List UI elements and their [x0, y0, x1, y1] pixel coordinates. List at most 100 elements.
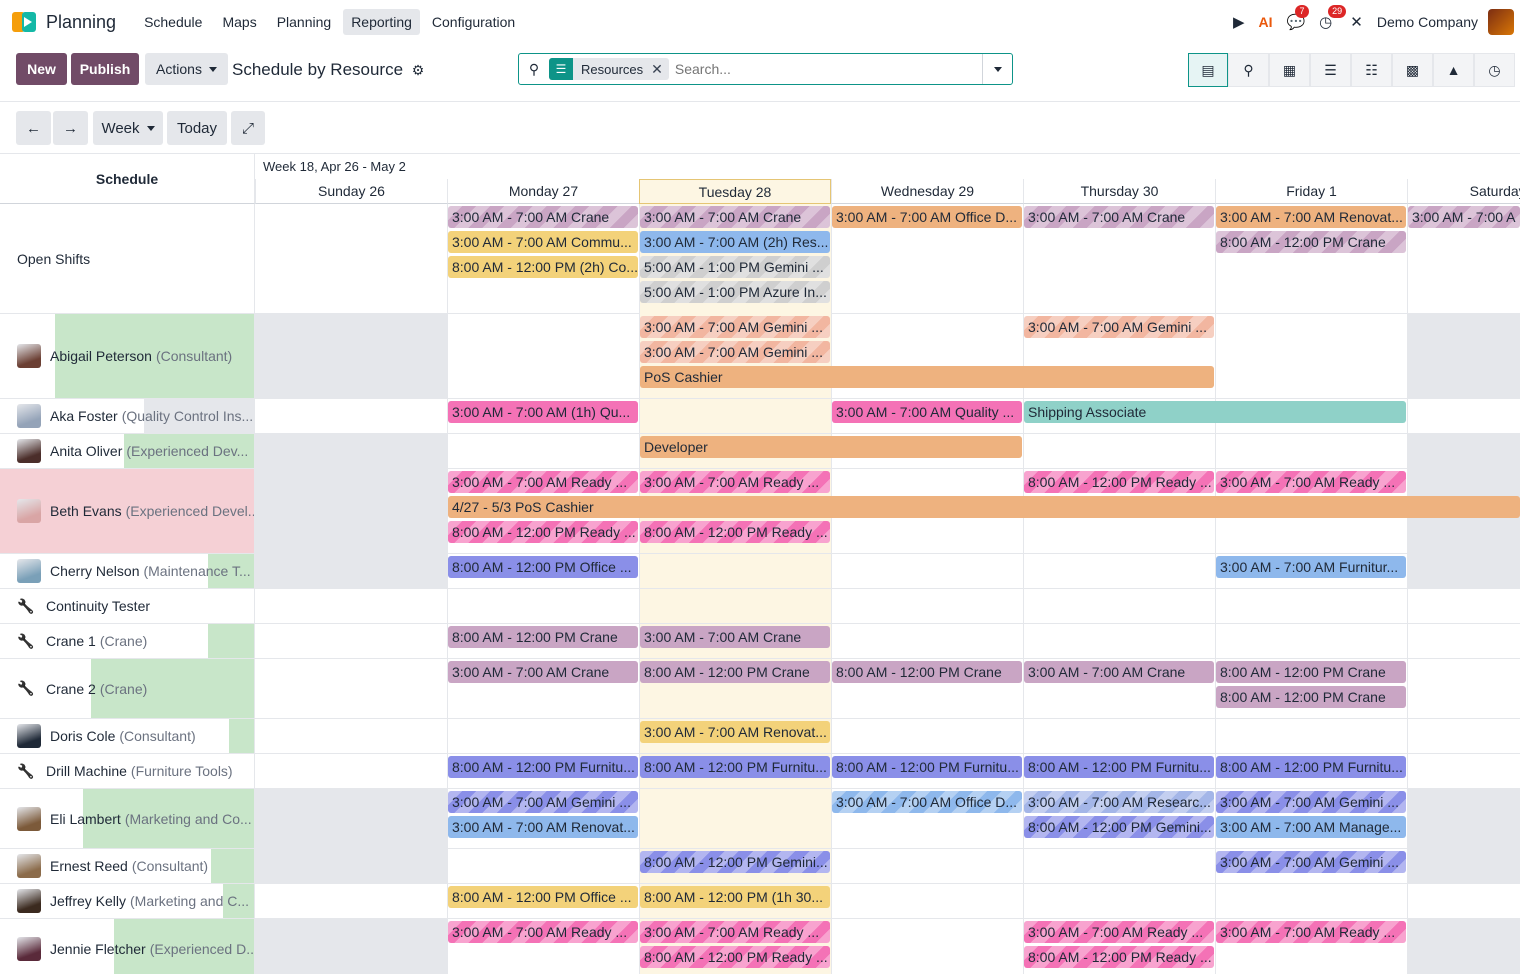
shift-pill[interactable]: 3:00 AM - 7:00 AM Crane [1024, 206, 1214, 228]
expand-icon[interactable]: ⤢ [231, 111, 265, 145]
shift-pill[interactable]: 5:00 AM - 1:00 PM Azure In... [640, 281, 830, 303]
row-header[interactable]: Eli Lambert (Marketing and Co... [0, 789, 255, 849]
activity-clock-icon[interactable]: ◷ 29 [1319, 5, 1347, 31]
row-header[interactable]: 🔧 Crane 1 (Crane) [0, 624, 255, 659]
row-header[interactable]: Beth Evans (Experienced Devel... [0, 469, 255, 554]
tools-icon[interactable]: ✕ [1350, 13, 1363, 31]
shift-pill[interactable]: 8:00 AM - 12:00 PM Furnitu... [832, 756, 1022, 778]
row-header[interactable]: Ernest Reed (Consultant) [0, 849, 255, 884]
gantt-row[interactable] [255, 624, 1520, 659]
shift-pill[interactable]: 8:00 AM - 12:00 PM Ready ... [1024, 471, 1214, 493]
shift-pill[interactable]: 8:00 AM - 12:00 PM Crane [1216, 231, 1406, 253]
shift-pill[interactable]: 3:00 AM - 7:00 AM Gemini ... [640, 341, 830, 363]
shift-pill[interactable]: 3:00 AM - 7:00 AM Crane [640, 626, 830, 648]
shift-pill[interactable]: 3:00 AM - 7:00 AM Crane [448, 661, 638, 683]
company-switcher[interactable]: Demo Company [1377, 14, 1478, 30]
search-icon[interactable]: ⚲ [519, 61, 549, 78]
shift-pill[interactable]: 3:00 AM - 7:00 AM Office D... [832, 791, 1022, 813]
shift-pill[interactable]: 8:00 AM - 12:00 PM (1h 30... [640, 886, 830, 908]
next-period-button[interactable]: → [53, 111, 88, 145]
shift-pill[interactable]: 3:00 AM - 7:00 A [1408, 206, 1520, 228]
shift-pill[interactable]: 8:00 AM - 12:00 PM Ready ... [640, 946, 830, 968]
shift-pill[interactable]: 3:00 AM - 7:00 AM Commu... [448, 231, 638, 253]
menu-item-maps[interactable]: Maps [214, 9, 264, 35]
shift-pill[interactable]: 8:00 AM - 12:00 PM Crane [832, 661, 1022, 683]
shift-pill[interactable]: 3:00 AM - 7:00 AM Ready ... [1024, 921, 1214, 943]
shift-pill[interactable]: 4/27 - 5/3 PoS Cashier [448, 496, 1520, 518]
chat-icon[interactable]: 💬 7 [1286, 5, 1309, 31]
shift-pill[interactable]: 3:00 AM - 7:00 AM Renovat... [1216, 206, 1406, 228]
row-header[interactable]: 🔧 Crane 2 (Crane) [0, 659, 255, 719]
app-name[interactable]: Planning [46, 12, 116, 33]
shift-pill[interactable]: 8:00 AM - 12:00 PM Office ... [448, 556, 638, 578]
graph-view-button[interactable]: ▲ [1433, 53, 1474, 87]
gantt-view-button[interactable]: ▤ [1188, 53, 1228, 87]
shift-pill[interactable]: 3:00 AM - 7:00 AM Gemini ... [1216, 851, 1406, 873]
shift-pill[interactable]: Shipping Associate [1024, 401, 1406, 423]
shift-pill[interactable]: 8:00 AM - 12:00 PM Ready ... [640, 521, 830, 543]
shift-pill[interactable]: 3:00 AM - 7:00 AM Ready ... [640, 921, 830, 943]
menu-item-configuration[interactable]: Configuration [424, 9, 523, 35]
row-header[interactable]: Cherry Nelson (Maintenance T... [0, 554, 255, 589]
row-header[interactable]: Jeffrey Kelly (Marketing and C... [0, 884, 255, 919]
new-button[interactable]: New [16, 53, 67, 85]
row-header[interactable]: Anita Oliver (Experienced Dev... [0, 434, 255, 469]
map-view-button[interactable]: ⚲ [1228, 53, 1269, 87]
row-header[interactable]: 🔧 Continuity Tester [0, 589, 255, 624]
close-icon[interactable]: ✕ [651, 61, 669, 78]
gear-icon[interactable]: ⚙ [412, 62, 425, 78]
shift-pill[interactable]: 3:00 AM - 7:00 AM (2h) Res... [640, 231, 830, 253]
shift-pill[interactable]: 3:00 AM - 7:00 AM Renovat... [640, 721, 830, 743]
planning-app-icon[interactable] [12, 11, 38, 33]
row-header[interactable]: Aka Foster (Quality Control Ins... [0, 399, 255, 434]
row-header[interactable]: 🔧 Drill Machine (Furniture Tools) [0, 754, 255, 789]
row-header[interactable]: Jennie Fletcher (Experienced D... [0, 919, 255, 974]
shift-pill[interactable]: PoS Cashier [640, 366, 1214, 388]
list-view-button[interactable]: ☰ [1310, 53, 1351, 87]
shift-pill[interactable]: 8:00 AM - 12:00 PM Ready ... [448, 521, 638, 543]
menu-item-reporting[interactable]: Reporting [343, 9, 420, 35]
shift-pill[interactable]: 3:00 AM - 7:00 AM Gemini ... [1024, 316, 1214, 338]
search-input[interactable] [674, 55, 982, 83]
ai-icon[interactable]: AI [1258, 14, 1272, 30]
shift-pill[interactable]: 8:00 AM - 12:00 PM Gemini... [1024, 816, 1214, 838]
publish-button[interactable]: Publish [71, 53, 139, 85]
shift-pill[interactable]: 3:00 AM - 7:00 AM Ready ... [1216, 921, 1406, 943]
shift-pill[interactable]: 3:00 AM - 7:00 AM Ready ... [448, 921, 638, 943]
shift-pill[interactable]: Developer [640, 436, 1022, 458]
shift-pill[interactable]: 8:00 AM - 12:00 PM Crane [448, 626, 638, 648]
row-header[interactable]: Open Shifts [0, 204, 255, 314]
shift-pill[interactable]: 3:00 AM - 7:00 AM Renovat... [448, 816, 638, 838]
shift-pill[interactable]: 3:00 AM - 7:00 AM Office D... [832, 206, 1022, 228]
search-options-toggle[interactable] [982, 54, 1012, 84]
gantt-row[interactable] [255, 884, 1520, 919]
menu-item-schedule[interactable]: Schedule [136, 9, 210, 35]
user-avatar[interactable] [1488, 9, 1514, 35]
shift-pill[interactable]: 8:00 AM - 12:00 PM Office ... [448, 886, 638, 908]
actions-dropdown[interactable]: Actions [145, 53, 228, 85]
kanban-view-button[interactable]: ☷ [1351, 53, 1392, 87]
shift-pill[interactable]: 3:00 AM - 7:00 AM (1h) Qu... [448, 401, 638, 423]
previous-period-button[interactable]: ← [16, 111, 51, 145]
shift-pill[interactable]: 8:00 AM - 12:00 PM Furnitu... [448, 756, 638, 778]
gantt-row[interactable] [255, 589, 1520, 624]
shift-pill[interactable]: 3:00 AM - 7:00 AM Furnitur... [1216, 556, 1406, 578]
shift-pill[interactable]: 3:00 AM - 7:00 AM Gemini ... [448, 791, 638, 813]
shift-pill[interactable]: 3:00 AM - 7:00 AM Gemini ... [640, 316, 830, 338]
calendar-view-button[interactable]: ▦ [1269, 53, 1310, 87]
activity-view-button[interactable]: ◷ [1474, 53, 1515, 87]
gantt-row[interactable] [255, 719, 1520, 754]
shift-pill[interactable]: 8:00 AM - 12:00 PM Ready ... [1024, 946, 1214, 968]
shift-pill[interactable]: 3:00 AM - 7:00 AM Ready ... [448, 471, 638, 493]
shift-pill[interactable]: 3:00 AM - 7:00 AM Researc... [1024, 791, 1214, 813]
pivot-view-button[interactable]: ▩ [1392, 53, 1433, 87]
shift-pill[interactable]: 8:00 AM - 12:00 PM Furnitu... [640, 756, 830, 778]
scale-dropdown[interactable]: Week [93, 111, 163, 145]
shift-pill[interactable]: 8:00 AM - 12:00 PM Furnitu... [1216, 756, 1406, 778]
menu-item-planning[interactable]: Planning [269, 9, 340, 35]
shift-pill[interactable]: 3:00 AM - 7:00 AM Crane [1024, 661, 1214, 683]
shift-pill[interactable]: 3:00 AM - 7:00 AM Gemini ... [1216, 791, 1406, 813]
shift-pill[interactable]: 3:00 AM - 7:00 AM Ready ... [1216, 471, 1406, 493]
shift-pill[interactable]: 3:00 AM - 7:00 AM Crane [448, 206, 638, 228]
shift-pill[interactable]: 3:00 AM - 7:00 AM Ready ... [640, 471, 830, 493]
